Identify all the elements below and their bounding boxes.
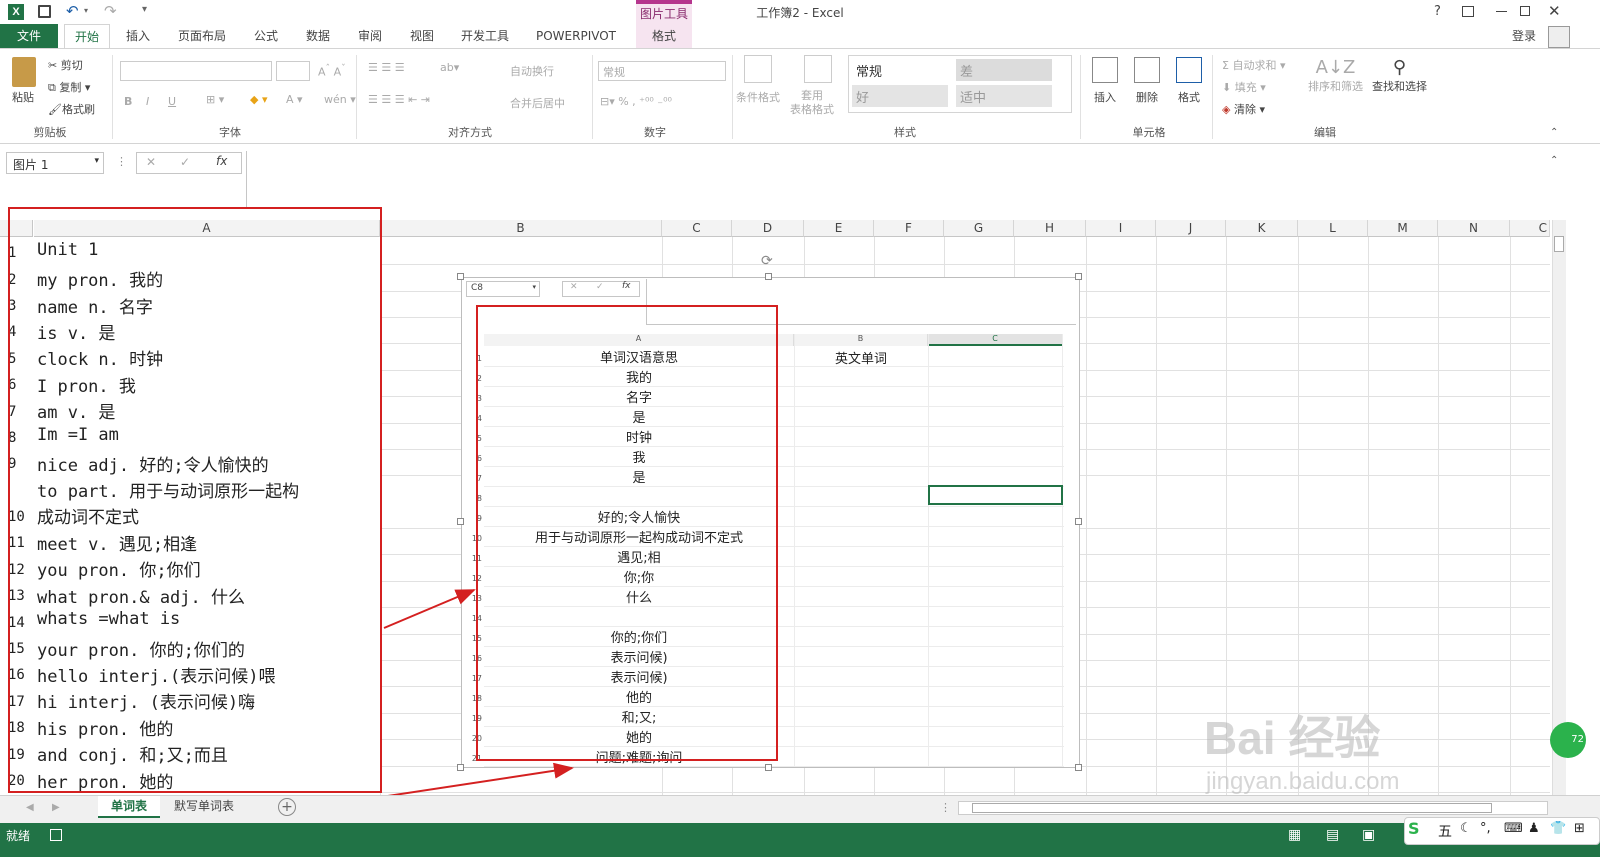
watermark-url: jingyan.baidu.com — [1206, 768, 1400, 795]
sheet-tab-bar: ◀ ▶ 单词表 默写单词表 + ⋮ — [0, 795, 1600, 823]
status-bar: 就绪 ▦ ▤ ▣ S 五 ☾ °, ⌨ ♟ 👕 ⊞ — [0, 817, 1600, 857]
horizontal-scroll-thumb[interactable] — [972, 803, 1492, 813]
watermark: Bai 经验 — [1204, 712, 1381, 764]
arrow-to-embedded — [383, 589, 476, 629]
normal-view-icon[interactable]: ▦ — [1288, 827, 1301, 843]
sheet-tab[interactable]: 默写单词表 — [164, 796, 244, 818]
keyboard-icon[interactable]: ⌨ — [1504, 821, 1523, 836]
ime-mode[interactable]: 五 — [1438, 821, 1452, 841]
user-icon[interactable]: ♟ — [1528, 821, 1540, 836]
sogou-icon[interactable]: S — [1408, 819, 1420, 838]
skin-icon[interactable]: 👕 — [1550, 821, 1566, 836]
sheet-tab-active[interactable]: 单词表 — [98, 796, 160, 818]
ime-toolbar[interactable] — [1404, 817, 1600, 845]
more-icon: ⋮ — [940, 801, 951, 814]
status-ready: 就绪 — [6, 829, 31, 843]
macro-record-icon[interactable] — [50, 829, 62, 841]
floating-badge[interactable]: 72 — [1550, 722, 1586, 758]
page-break-icon[interactable]: ▣ — [1362, 827, 1375, 843]
punct-icon[interactable]: °, — [1480, 821, 1491, 836]
prev-sheet-icon[interactable]: ◀ — [26, 802, 34, 813]
page-layout-icon[interactable]: ▤ — [1326, 827, 1339, 843]
grid-icon[interactable]: ⊞ — [1574, 821, 1585, 836]
next-sheet-icon[interactable]: ▶ — [52, 802, 60, 813]
add-sheet-icon[interactable]: + — [278, 798, 296, 816]
moon-icon[interactable]: ☾ — [1460, 821, 1472, 836]
